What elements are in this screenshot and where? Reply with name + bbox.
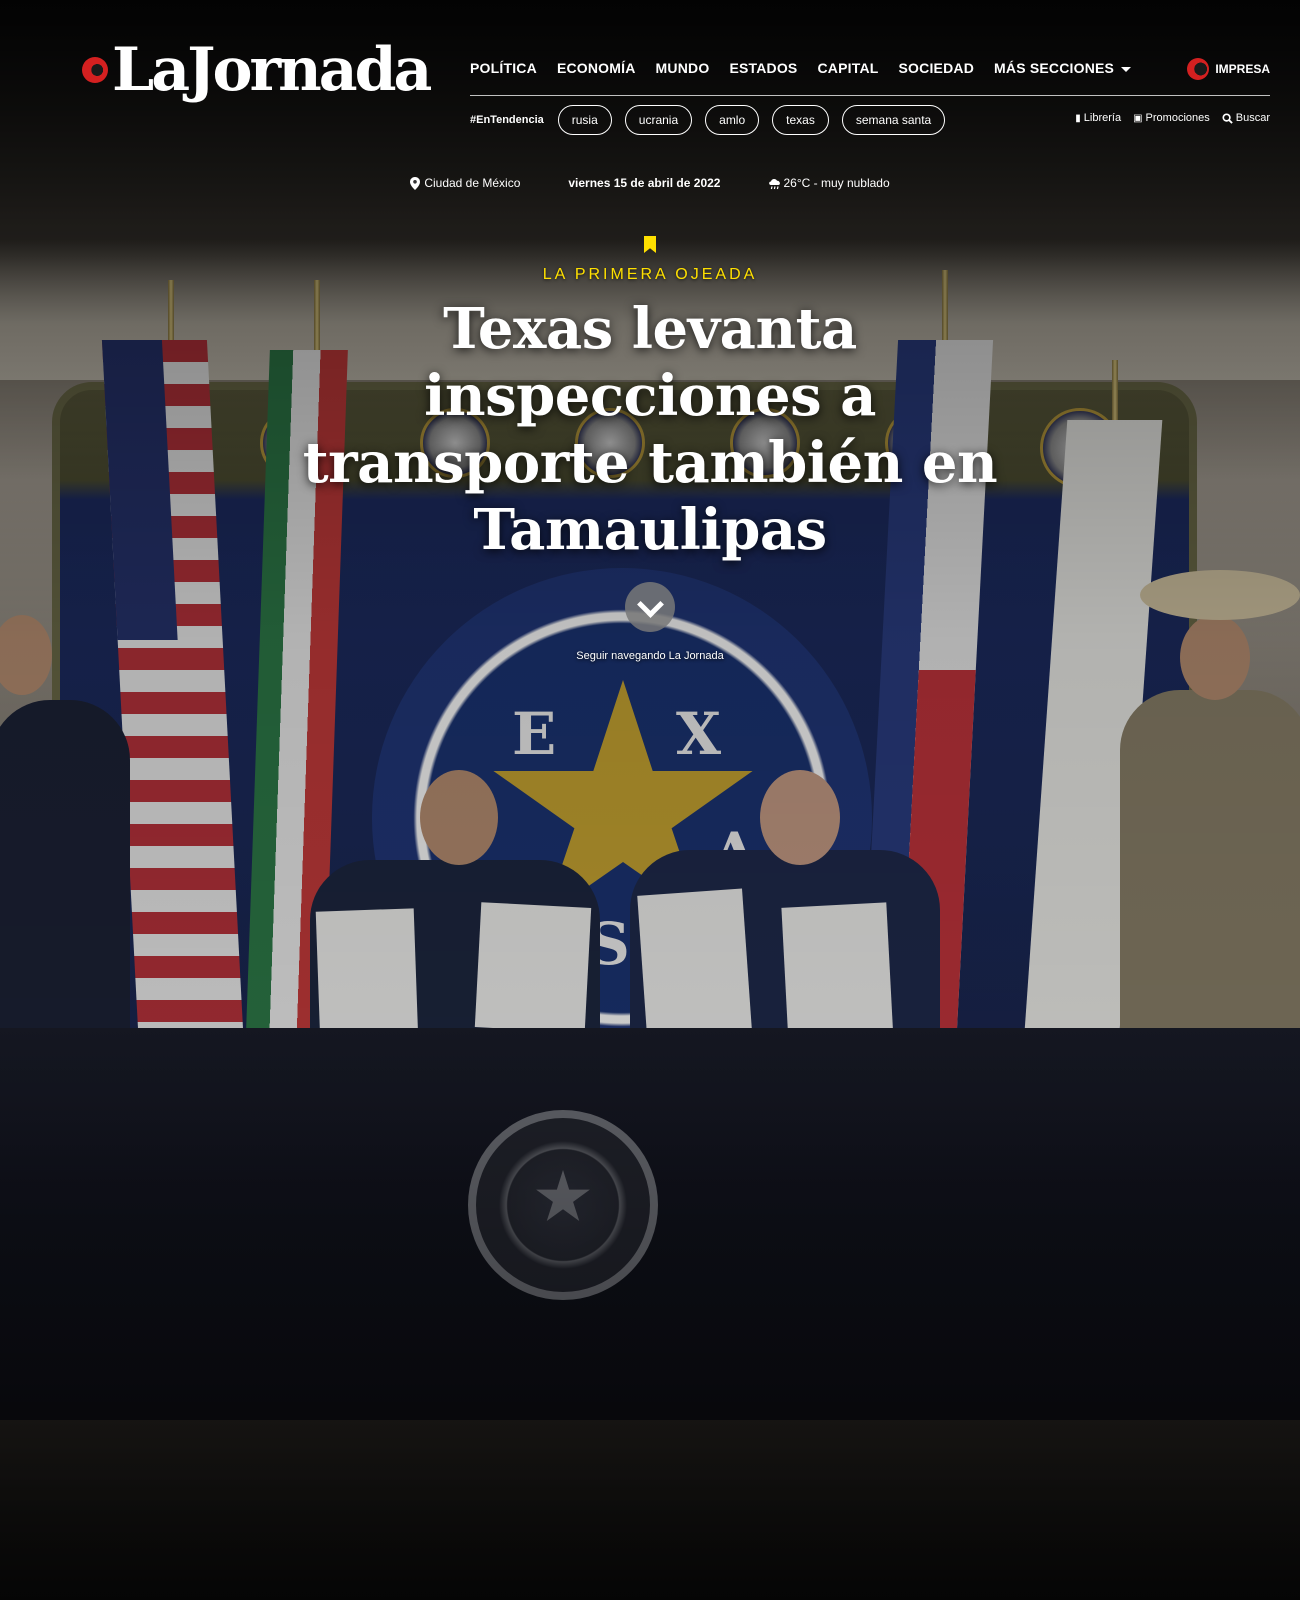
mas-secciones-label: MÁS SECCIONES [994,60,1115,76]
site-header: LaJornada POLÍTICA ECONOMÍA MUNDO ESTADO… [0,0,1300,190]
map-pin-icon [410,176,421,190]
nav-item-economia[interactable]: ECONOMÍA [557,60,636,76]
gift-icon: ▣ [1133,112,1143,124]
trend-tag-ucrania[interactable]: ucrania [624,105,693,135]
utility-links: ▮ Librería ▣ Promociones Buscar [1063,112,1270,124]
promociones-label: Promociones [1145,112,1210,124]
impresa-label: IMPRESA [1215,62,1270,76]
libreria-link[interactable]: ▮ Librería [1075,112,1121,124]
nav-item-sociedad[interactable]: SOCIEDAD [899,60,975,76]
trend-tag-amlo[interactable]: amlo [705,105,760,135]
trending-label: #EnTendencia [470,114,544,126]
weather-info: 26°C - muy nublado [768,176,890,190]
nav-item-politica[interactable]: POLÍTICA [470,60,537,76]
book-icon: ▮ [1075,112,1081,124]
nav-item-capital[interactable]: CAPITAL [817,60,878,76]
chevron-down-icon[interactable] [625,582,675,632]
caret-down-icon [1121,66,1132,72]
nav-item-estados[interactable]: ESTADOS [729,60,797,76]
sun-logo-icon [1187,58,1210,80]
main-nav: POLÍTICA ECONOMÍA MUNDO ESTADOS CAPITAL … [470,58,1270,96]
nav-item-mas-secciones[interactable]: MÁS SECCIONES [994,60,1132,76]
location-text: Ciudad de México [424,176,521,190]
nav-item-mundo[interactable]: MUNDO [656,60,710,76]
buscar-label: Buscar [1235,112,1270,124]
hero-article: LA PRIMERA OJEADA Texas levanta inspecci… [300,236,1000,564]
logo-text: LaJornada [112,35,432,105]
scroll-label: Seguir navegando La Jornada [576,650,724,662]
info-bar: Ciudad de México viernes 15 de abril de … [0,176,1300,190]
trend-tag-semana-santa[interactable]: semana santa [841,105,946,135]
sun-logo-icon [82,57,108,83]
date-text: viernes 15 de abril de 2022 [568,176,721,190]
trend-tag-rusia[interactable]: rusia [557,105,612,135]
promociones-link[interactable]: ▣ Promociones [1133,112,1210,124]
location-info: Ciudad de México [410,176,520,190]
buscar-link[interactable]: Buscar [1222,112,1270,124]
section-kicker[interactable]: LA PRIMERA OJEADA [300,266,1000,284]
trend-tag-texas[interactable]: texas [772,105,829,135]
cloud-rain-icon [769,178,781,189]
libreria-label: Librería [1083,112,1122,124]
trending-bar: #EnTendencia rusia ucrania amlo texas se… [470,105,958,135]
impresa-link[interactable]: IMPRESA [1187,58,1270,80]
bookmark-icon [644,236,656,253]
headline[interactable]: Texas levanta inspecciones a transporte … [300,296,1000,564]
weather-text: 26°C - muy nublado [783,176,890,190]
site-logo[interactable]: LaJornada [82,35,432,105]
search-icon [1222,112,1233,124]
